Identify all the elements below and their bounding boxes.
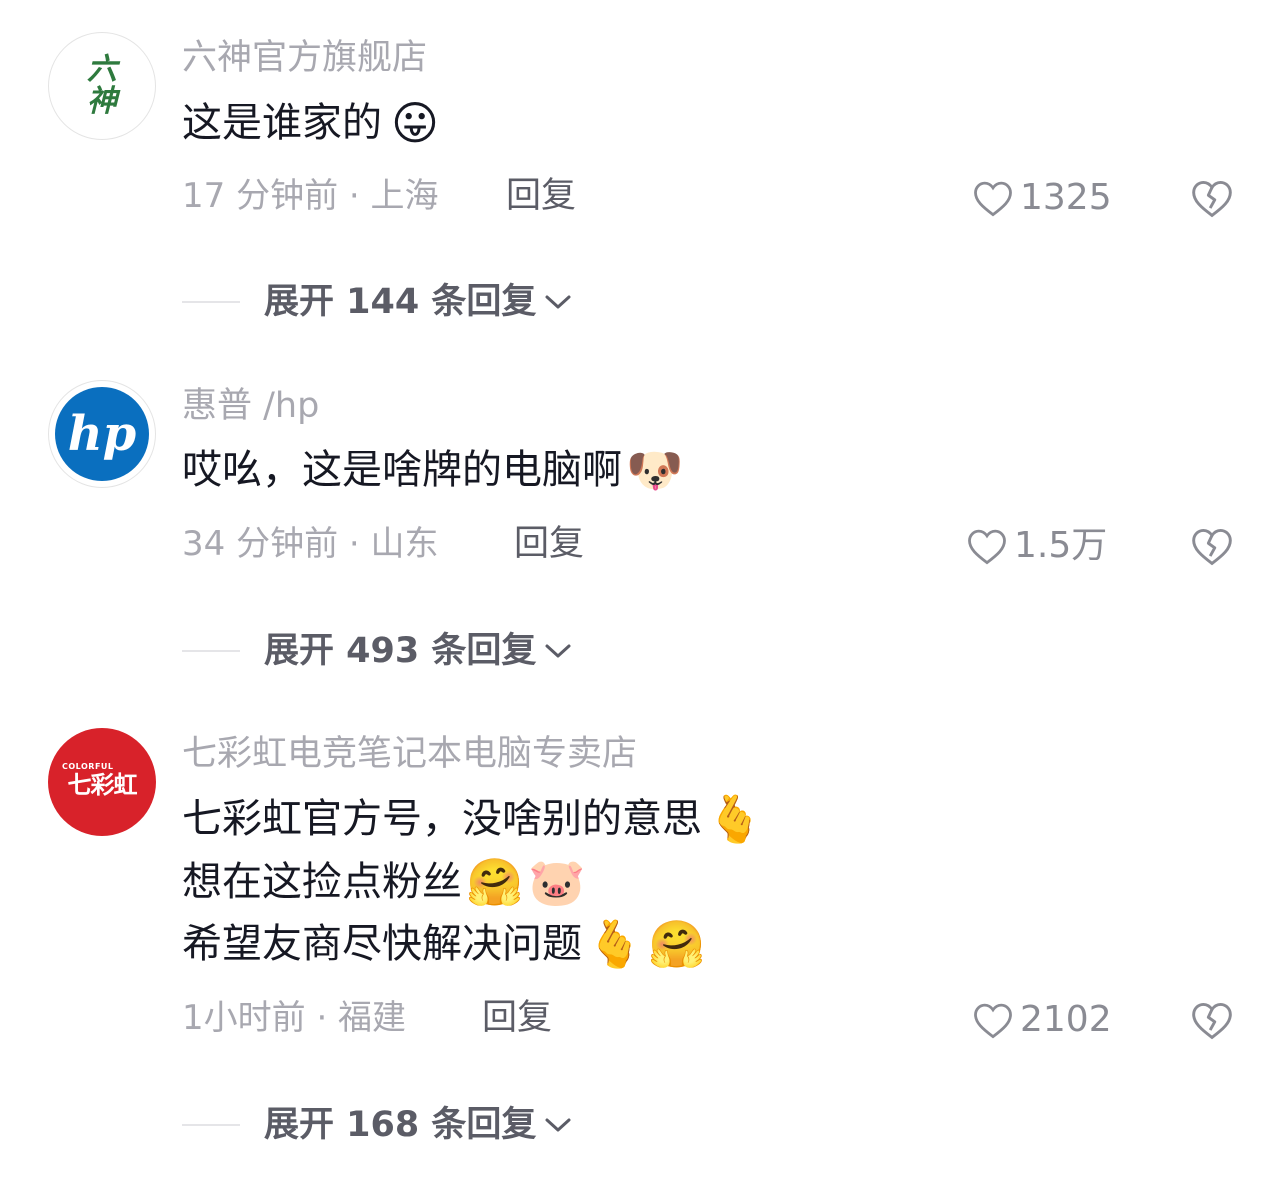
comment-author[interactable]: 七彩虹电竞笔记本电脑专卖店: [182, 732, 637, 776]
expand-replies-label: 展开 168 条回复: [264, 1105, 537, 1145]
chevron-down-icon: [545, 295, 571, 309]
broken-heart-icon[interactable]: [1190, 176, 1234, 220]
broken-heart-icon[interactable]: [1190, 524, 1234, 568]
avatar-logo-subtext: COLORFUL: [62, 762, 114, 771]
avatar-logo-text: 七彩虹: [67, 771, 138, 799]
hp-logo-icon: hp: [55, 387, 149, 481]
chevron-down-icon: [545, 1118, 571, 1132]
comment-text: 希望友商尽快解决问题 🫰 🤗: [182, 915, 706, 973]
avatar[interactable]: 六神: [48, 32, 156, 140]
comment-time-location: 17 分钟前 · 上海: [182, 176, 439, 216]
emoji-pig-icon: 🐷: [528, 855, 586, 909]
emoji-hug-icon: 🤗: [648, 917, 706, 971]
chevron-down-icon: [545, 644, 571, 658]
emoji-finger-heart-icon: 🫰: [706, 792, 764, 846]
emoji-finger-heart-icon: 🫰: [586, 917, 644, 971]
emoji-drool-icon: 😛: [391, 96, 439, 150]
comment-time-location: 1小时前 · 福建: [182, 998, 407, 1038]
comment-text-line: 七彩虹官方号，没啥别的意思: [182, 796, 702, 842]
like-button[interactable]: 1.5万: [966, 524, 1107, 568]
divider: [182, 301, 240, 303]
emoji-dog-icon: 🐶: [626, 443, 684, 497]
like-button[interactable]: 2102: [972, 998, 1112, 1042]
heart-outline-icon: [968, 529, 1006, 565]
expand-replies-button[interactable]: 展开 168 条回复: [182, 1101, 572, 1149]
divider: [182, 650, 240, 652]
like-count: 2102: [1020, 999, 1112, 1040]
comment-author[interactable]: 六神官方旗舰店: [182, 36, 427, 80]
comment-text-line: 希望友商尽快解决问题: [182, 921, 582, 967]
comment-text: 这是谁家的 😛: [182, 94, 444, 152]
comment-text: 七彩虹官方号，没啥别的意思 🫰: [182, 790, 764, 848]
like-button[interactable]: 1325: [972, 176, 1112, 220]
comment-text-line: 想在这捡点粉丝: [182, 859, 462, 905]
comment-text: 哎吆，这是啥牌的电脑啊 🐶: [182, 441, 684, 499]
avatar[interactable]: COLORFUL 七彩虹: [48, 728, 156, 836]
like-count: 1.5万: [1014, 525, 1108, 566]
comment-list: 六神 六神官方旗舰店 这是谁家的 😛 17 分钟前 · 上海 回复 1325 展…: [0, 0, 1284, 1191]
broken-heart-icon[interactable]: [1190, 998, 1234, 1042]
expand-replies-label: 展开 144 条回复: [264, 282, 537, 322]
expand-replies-button[interactable]: 展开 144 条回复: [182, 278, 572, 326]
divider: [182, 1124, 240, 1126]
emoji-hug-icon: 🤗: [466, 855, 524, 909]
avatar-logo-text: 六神: [87, 52, 117, 119]
avatar[interactable]: hp: [48, 380, 156, 488]
heart-outline-icon: [974, 181, 1012, 217]
reply-button[interactable]: 回复: [506, 174, 576, 218]
hp-logo-text: hp: [68, 406, 136, 462]
reply-button[interactable]: 回复: [482, 996, 552, 1040]
comment-text: 想在这捡点粉丝 🤗 🐷: [182, 853, 586, 911]
expand-replies-label: 展开 493 条回复: [264, 631, 537, 671]
comment-time-location: 34 分钟前 · 山东: [182, 524, 439, 564]
expand-replies-button[interactable]: 展开 493 条回复: [182, 627, 572, 675]
comment-text-line: 哎吆，这是啥牌的电脑啊: [182, 447, 622, 493]
reply-button[interactable]: 回复: [514, 522, 584, 566]
heart-outline-icon: [974, 1003, 1012, 1039]
comment-text-line: 这是谁家的: [182, 100, 382, 146]
like-count: 1325: [1020, 177, 1112, 218]
comment-author[interactable]: 惠普 /hp: [182, 384, 319, 428]
